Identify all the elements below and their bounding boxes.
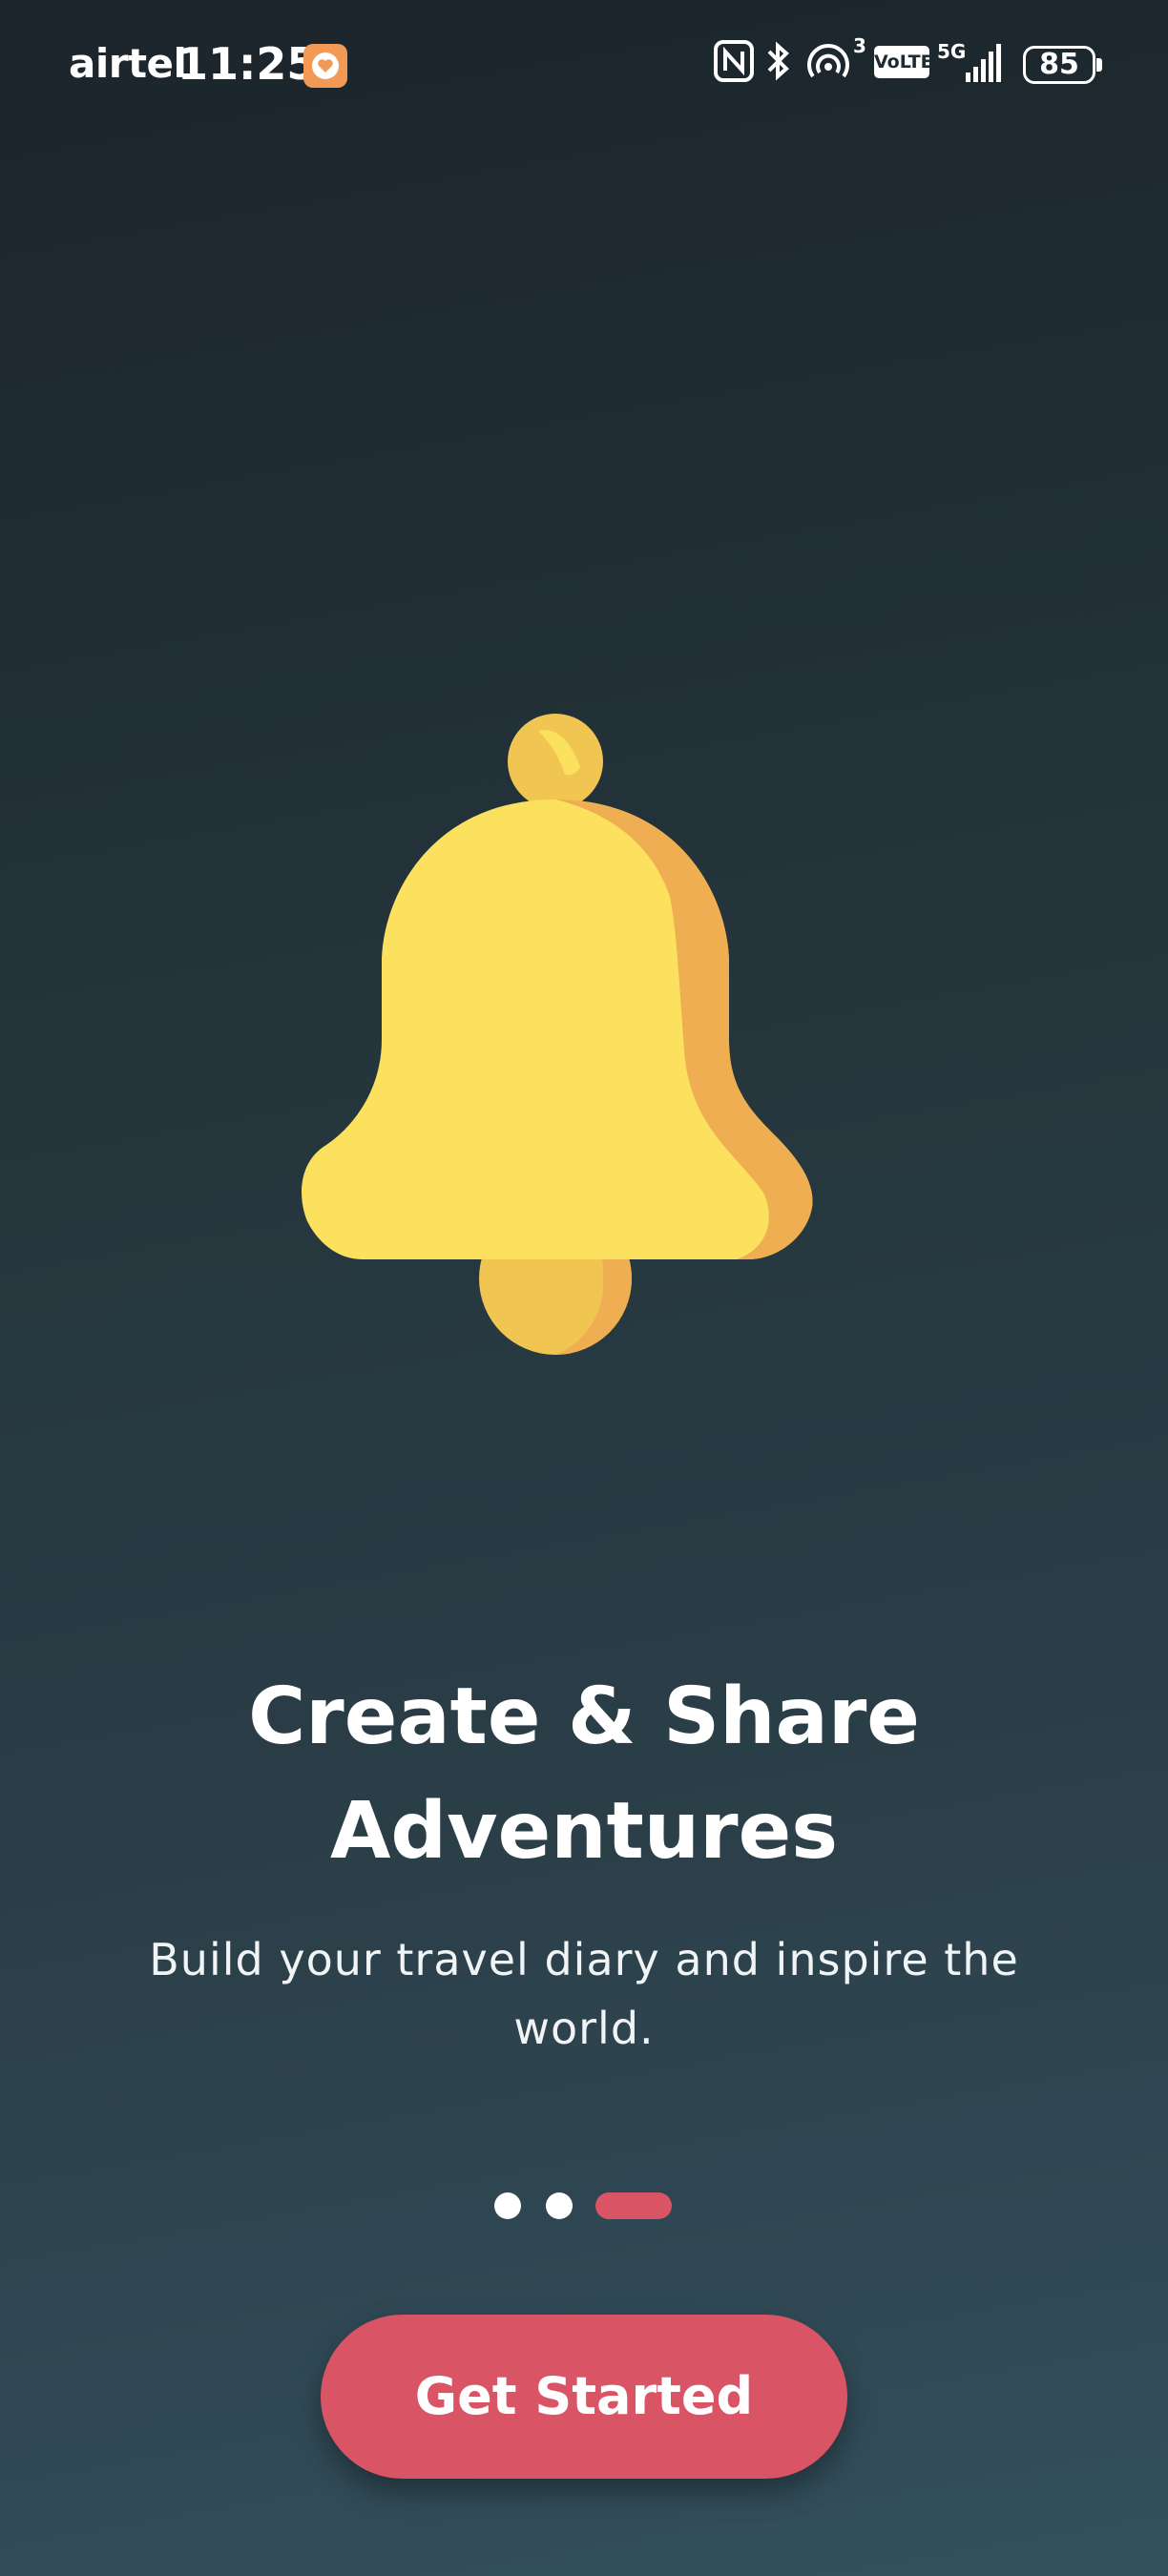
health-app-notification-icon xyxy=(303,44,347,88)
title-line-1: Create & Share xyxy=(248,1672,920,1762)
onboarding-title: Create & Share Adventures xyxy=(0,1660,1168,1889)
onboarding-screen: airtel 11:25 3 VoLTE 5G 85 Create & Shar… xyxy=(0,0,1168,2576)
signal-5g-icon xyxy=(964,42,1002,88)
bell-icon xyxy=(288,706,823,1355)
battery-tip xyxy=(1096,58,1102,72)
volte-icon: VoLTE xyxy=(874,46,933,78)
page-dot-2[interactable] xyxy=(546,2192,573,2219)
hotspot-count: 3 xyxy=(853,34,866,57)
onboarding-subtitle: Build your travel diary and inspire the … xyxy=(115,1925,1053,2063)
page-dot-1[interactable] xyxy=(494,2192,521,2219)
status-bar: airtel 11:25 3 VoLTE 5G 85 xyxy=(0,0,1168,134)
hotspot-icon xyxy=(805,40,853,86)
carrier-name: airtel xyxy=(69,40,187,87)
subtitle-line-2: world. xyxy=(513,2003,655,2054)
page-dot-3-active[interactable] xyxy=(595,2192,672,2219)
nfc-icon xyxy=(714,40,754,86)
title-line-2: Adventures xyxy=(329,1786,839,1877)
get-started-button[interactable]: Get Started xyxy=(321,2315,847,2479)
status-icons: 3 VoLTE 5G 85 xyxy=(714,34,1102,93)
battery-icon: 85 xyxy=(1023,46,1102,84)
subtitle-line-1: Build your travel diary and inspire the xyxy=(149,1934,1019,1985)
status-time: 11:25 xyxy=(177,38,318,90)
battery-level: 85 xyxy=(1039,48,1079,81)
network-type-label: 5G xyxy=(937,40,967,63)
bluetooth-icon xyxy=(765,40,792,86)
